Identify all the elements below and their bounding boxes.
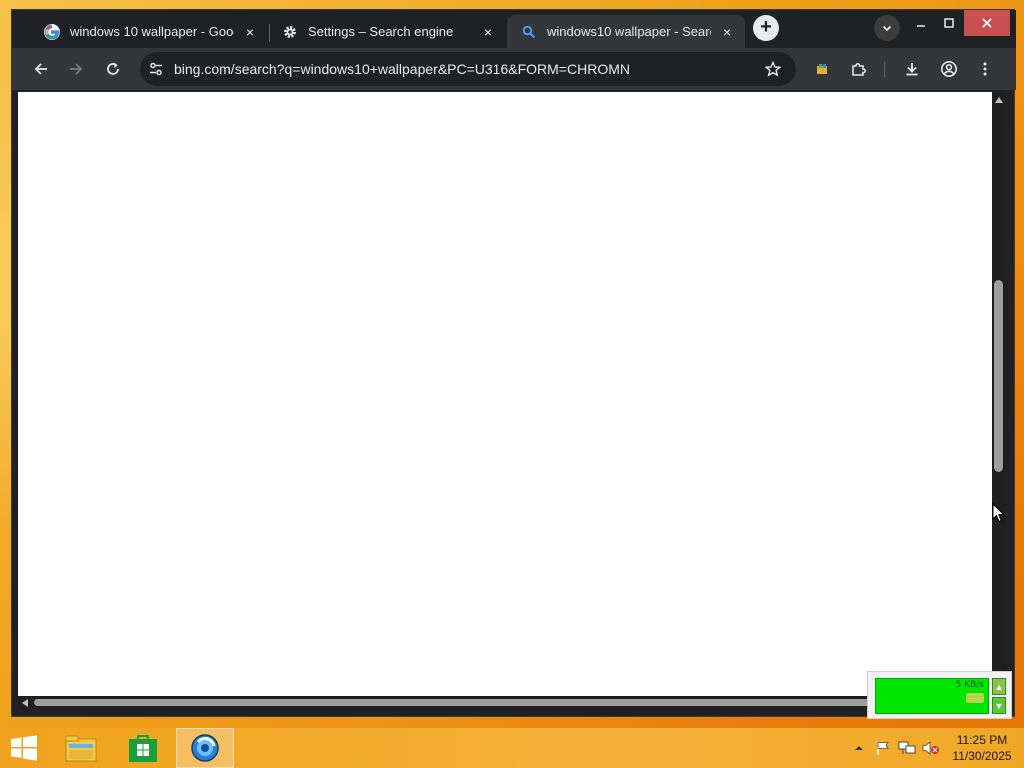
vertical-scroll-thumb[interactable] — [994, 280, 1003, 472]
back-button[interactable] — [29, 57, 53, 81]
browser-menu-button[interactable] — [973, 57, 997, 81]
horizontal-scroll-thumb[interactable] — [34, 699, 894, 706]
clock-date: 11/30/2025 — [952, 749, 1012, 763]
maximize-button[interactable] — [936, 10, 962, 36]
chevron-down-icon — [882, 25, 892, 32]
extension-app-icon — [817, 64, 827, 74]
site-info-icon[interactable] — [146, 59, 166, 79]
tab-google[interactable]: windows 10 wallpaper - Google × — [30, 15, 268, 48]
page-content[interactable] — [18, 92, 992, 696]
minimize-button[interactable] — [908, 10, 934, 36]
arrow-left-icon — [34, 63, 47, 75]
network-graph-icon — [966, 693, 984, 703]
close-tab-button[interactable]: × — [242, 24, 258, 40]
account-icon — [941, 61, 957, 77]
start-button[interactable] — [8, 733, 40, 763]
extension-button[interactable] — [810, 57, 834, 81]
browser-window: windows 10 wallpaper - Google × Settings… — [11, 9, 1016, 717]
close-icon — [982, 18, 992, 28]
chevron-up-icon — [855, 746, 863, 750]
scroll-left-icon[interactable] — [22, 699, 28, 707]
tab-bing-search[interactable]: windows10 wallpaper - Search × — [507, 15, 745, 48]
downloads-button[interactable] — [900, 57, 924, 81]
horizontal-scrollbar[interactable] — [18, 696, 992, 709]
url-text[interactable]: bing.com/search?q=windows10+wallpaper&PC… — [174, 61, 762, 77]
forward-button[interactable] — [64, 57, 88, 81]
vertical-scrollbar[interactable] — [992, 92, 1005, 696]
system-tray — [848, 728, 944, 768]
address-bar[interactable]: bing.com/search?q=windows10+wallpaper&PC… — [140, 52, 796, 86]
browser-icon — [191, 734, 219, 762]
scroll-up-icon[interactable] — [995, 97, 1003, 103]
tab-title: windows10 wallpaper - Search — [547, 24, 711, 39]
profile-button[interactable] — [937, 57, 961, 81]
arrow-right-icon — [70, 63, 83, 75]
puzzle-icon — [852, 63, 866, 76]
upload-arrow-icon[interactable]: ▲ — [992, 678, 1006, 695]
tab-title: windows 10 wallpaper - Google — [70, 24, 234, 39]
windows-logo-icon — [11, 735, 37, 761]
close-tab-button[interactable]: × — [480, 24, 496, 40]
gear-icon — [282, 24, 298, 40]
network-speed-bar: 5 KB/s — [875, 678, 989, 714]
close-window-button[interactable] — [964, 10, 1010, 36]
store-icon — [129, 735, 157, 762]
network-speed-text: 5 KB/s — [955, 680, 984, 690]
search-icon — [521, 24, 537, 40]
taskbar: 11:25 PM 11/30/2025 — [0, 728, 1024, 768]
taskbar-browser[interactable] — [176, 728, 234, 768]
more-vertical-icon — [983, 62, 987, 76]
mouse-cursor-icon — [992, 503, 1006, 523]
folder-icon — [65, 735, 97, 762]
new-tab-button[interactable]: + — [753, 15, 779, 41]
reload-button[interactable] — [101, 57, 125, 81]
tab-title: Settings – Search engine — [308, 24, 454, 39]
taskbar-file-explorer[interactable] — [52, 728, 110, 768]
google-g-icon — [44, 23, 60, 40]
network-icon[interactable] — [896, 737, 918, 759]
tab-strip: windows 10 wallpaper - Google × Settings… — [12, 10, 1016, 48]
network-meter-widget[interactable]: 5 KB/s ▲ ▼ — [867, 671, 1012, 719]
taskbar-store[interactable] — [114, 728, 172, 768]
download-icon — [906, 63, 918, 76]
maximize-icon — [944, 18, 954, 28]
tab-search-button[interactable] — [874, 15, 900, 41]
network-meter-controls: ▲ ▼ — [992, 678, 1006, 714]
reload-icon — [107, 63, 119, 75]
clock-time: 11:25 PM — [956, 733, 1008, 747]
bookmark-star-icon[interactable] — [762, 58, 784, 80]
download-arrow-icon[interactable]: ▼ — [992, 697, 1006, 714]
action-center-icon[interactable] — [872, 737, 894, 759]
show-hidden-icons-button[interactable] — [848, 737, 870, 759]
browser-toolbar: bing.com/search?q=windows10+wallpaper&PC… — [12, 48, 1016, 90]
taskbar-clock[interactable]: 11:25 PM 11/30/2025 — [946, 732, 1018, 764]
minimize-icon — [917, 25, 925, 27]
tab-settings[interactable]: Settings – Search engine × — [268, 15, 506, 48]
close-tab-button[interactable]: × — [719, 24, 735, 40]
toolbar-divider — [884, 61, 885, 77]
extensions-menu-button[interactable] — [847, 57, 871, 81]
volume-muted-icon[interactable] — [920, 737, 942, 759]
